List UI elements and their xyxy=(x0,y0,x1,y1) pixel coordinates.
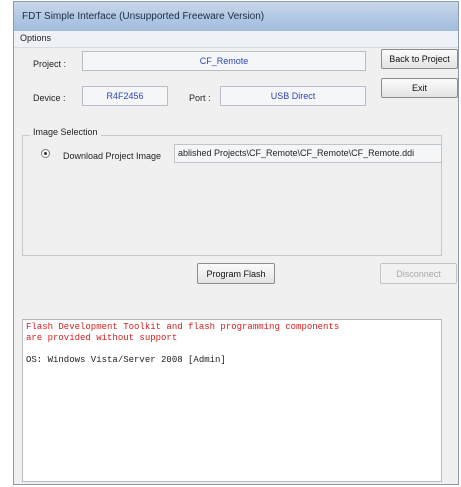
device-field: R4F2456 xyxy=(82,86,168,106)
device-label: Device : xyxy=(33,93,66,103)
console-line: Flash Development Toolkit and flash prog… xyxy=(26,322,340,332)
exit-button[interactable]: Exit xyxy=(381,78,458,98)
back-to-project-button[interactable]: Back to Project xyxy=(381,49,458,69)
title-bar[interactable]: FDT Simple Interface (Unsupported Freewa… xyxy=(14,2,458,32)
console-line: are provided without support xyxy=(26,333,178,343)
port-field: USB Direct xyxy=(220,86,366,106)
project-value: CF_Remote xyxy=(199,56,249,66)
port-value: USB Direct xyxy=(270,91,316,101)
device-value: R4F2456 xyxy=(106,91,144,101)
image-selection-label: Image Selection xyxy=(30,127,101,137)
program-flash-button[interactable]: Program Flash xyxy=(197,263,275,284)
port-label: Port : xyxy=(189,93,211,103)
download-image-label[interactable]: Download Project Image xyxy=(63,151,161,161)
project-label: Project : xyxy=(33,59,67,69)
disconnect-button[interactable]: Disconnect xyxy=(380,263,457,284)
console-line: OS: Windows Vista/Server 2008 [Admin] xyxy=(26,355,226,365)
menu-bar: Options xyxy=(14,31,458,48)
project-field: CF_Remote xyxy=(82,51,366,71)
image-path-value: ablished Projects\CF_Remote\CF_Remote\CF… xyxy=(178,148,415,158)
output-console: Flash Development Toolkit and flash prog… xyxy=(22,319,442,482)
menu-options[interactable]: Options xyxy=(20,33,51,43)
image-path-field: ablished Projects\CF_Remote\CF_Remote\CF… xyxy=(174,144,442,163)
download-image-radio[interactable] xyxy=(41,149,50,158)
window-title: FDT Simple Interface (Unsupported Freewa… xyxy=(22,11,265,22)
